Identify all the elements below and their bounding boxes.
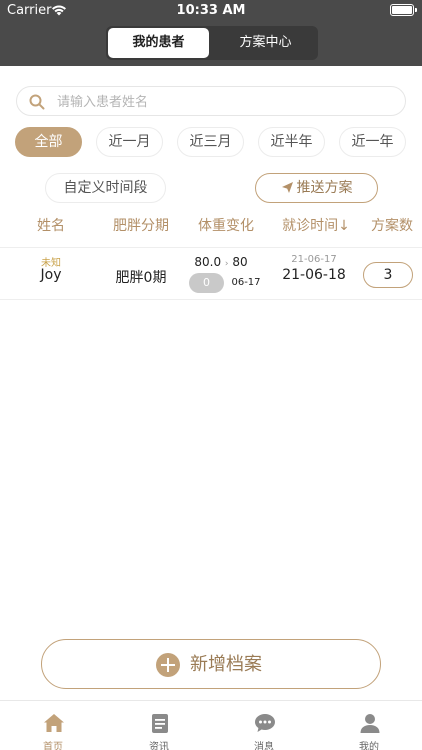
add-record-button[interactable]: 新增档案 — [41, 639, 381, 689]
plan-count-button[interactable]: 3 — [363, 262, 413, 288]
add-record-label: 新增档案 — [190, 654, 262, 675]
search-box — [16, 86, 406, 116]
top-bar: Carrier 10:33 AM 我的患者 方案中心 — [0, 0, 422, 66]
news-icon — [152, 714, 168, 733]
tab-messages[interactable]: 消息 — [234, 701, 294, 750]
weight-values: 80.0 › 80 — [186, 255, 256, 269]
weight-arrow: › — [224, 259, 229, 269]
header-name: 姓名 — [37, 218, 65, 234]
status-bar: Carrier 10:33 AM — [0, 0, 422, 22]
send-icon — [281, 182, 293, 193]
tab-mine[interactable]: 我的 — [339, 701, 399, 750]
segment-control: 我的患者 方案中心 — [106, 26, 318, 60]
tab-news[interactable]: 资讯 — [129, 701, 189, 750]
user-icon — [360, 714, 380, 733]
row-divider — [0, 299, 422, 300]
filter-last-month[interactable]: 近一月 — [96, 127, 163, 157]
weight-to: 80 — [232, 255, 248, 269]
tab-messages-label: 消息 — [254, 742, 274, 750]
filter-last-three-months[interactable]: 近三月 — [177, 127, 244, 157]
tab-mine-label: 我的 — [359, 742, 379, 750]
tab-home-label: 首页 — [43, 742, 63, 750]
weight-change-badge: 0 — [189, 273, 224, 293]
clock: 10:33 AM — [176, 3, 246, 18]
tab-home[interactable]: 首页 — [23, 701, 83, 750]
visit-date: 21-06-18 — [282, 267, 346, 283]
push-plan-label: 推送方案 — [296, 180, 353, 196]
patient-name: Joy — [40, 267, 62, 283]
search-icon — [29, 94, 45, 110]
bottom-tab-bar: 首页 资讯 消息 我的 — [0, 700, 422, 750]
custom-range-button[interactable]: 自定义时间段 — [45, 173, 166, 203]
header-visit-time[interactable]: 就诊时间↓ — [272, 215, 360, 235]
tab-plan-center[interactable]: 方案中心 — [215, 28, 316, 58]
filter-all[interactable]: 全部 — [15, 127, 82, 157]
plus-icon — [156, 653, 180, 677]
table-divider — [0, 247, 422, 248]
obesity-stage: 肥胖0期 — [115, 270, 167, 286]
filter-last-half-year[interactable]: 近半年 — [258, 127, 325, 157]
tab-news-label: 资讯 — [149, 742, 169, 750]
weight-from: 80.0 — [194, 255, 222, 269]
weight-date: 06-17 — [231, 277, 261, 288]
header-obesity-stage: 肥胖分期 — [113, 218, 169, 234]
search-input[interactable] — [57, 92, 387, 112]
battery-icon — [390, 4, 417, 16]
visit-date-previous: 21-06-17 — [291, 254, 337, 265]
filter-last-year[interactable]: 近一年 — [339, 127, 406, 157]
push-plan-button[interactable]: 推送方案 — [255, 173, 378, 203]
tab-my-patients[interactable]: 我的患者 — [108, 28, 209, 58]
home-icon — [44, 714, 64, 732]
header-plan-count: 方案数 — [371, 218, 413, 234]
header-weight-change[interactable]: 体重变化 — [186, 215, 266, 235]
chat-icon — [255, 714, 275, 732]
